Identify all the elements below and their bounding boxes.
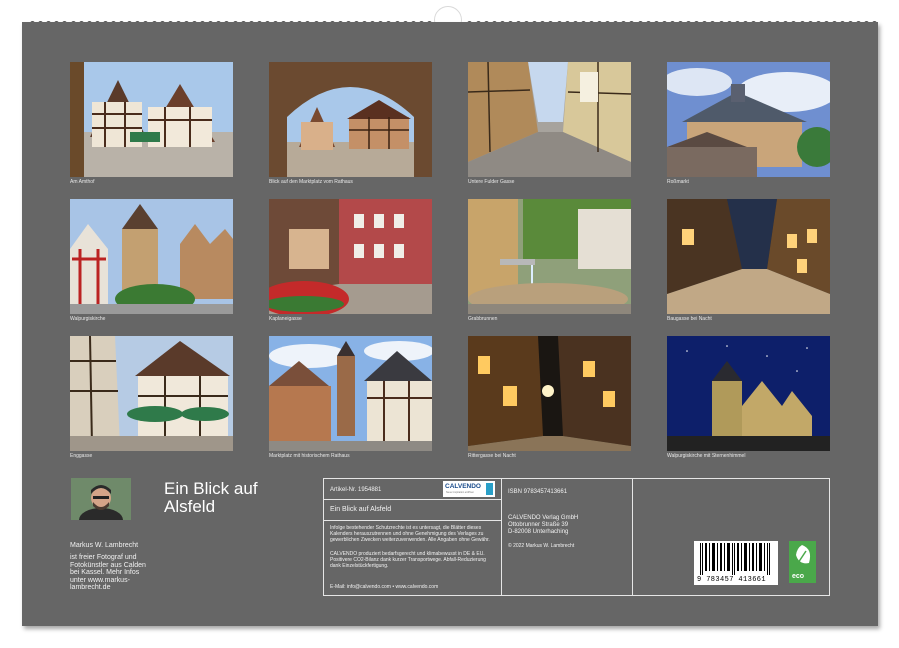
calendar-title-line2: Alsfeld [164,498,258,516]
photo-rossmarkt [667,62,830,177]
photo-marktplatz-rathaus [269,62,432,177]
photo-caption: Roßmarkt [667,179,689,185]
calendar-title-line1: Ein Blick auf [164,480,258,498]
publisher-city: D-82008 Unterhaching [508,529,568,536]
photo-caption: Baugasse bei Nacht [667,316,712,322]
isbn-barcode: 9 783457 413661 [694,541,778,585]
publisher-info-box: Artikel-Nr. 1954881 CALVENDO Neue Inspir… [323,478,830,596]
climate-notice: CALVENDO produziert bedarfsgerecht und k… [330,552,496,569]
photo-walpurgiskirche [70,199,233,314]
barcode-digits: 9 783457 413661 [697,576,766,584]
photo-caption: Walpurgiskirche mit Sternenhimmel [667,453,745,459]
photo-caption: Marktplatz mit historischem Rathaus [269,453,350,459]
photo-caption: Grabbrunnen [468,316,497,322]
author-bio: ist freier Fotograf und Fotokünstler aus… [70,554,155,592]
photo-caption: Blick auf den Marktplatz vom Rathaus [269,179,353,185]
photo-caption: Kaplaneigasse [269,316,302,322]
publisher-street: Ottobrunner Straße 39 [508,522,568,529]
photo-caption: Rittergasse bei Nacht [468,453,516,459]
eco-label: eco [792,573,804,580]
photo-grabbrunnen [468,199,631,314]
calendar-title: Ein Blick auf Alsfeld [164,480,258,516]
photo-baugasse-nacht [667,199,830,314]
photo-walpurgiskirche-sternenhimmel [667,336,830,451]
copyright-line: © 2022 Markus W. Lambrecht [508,543,574,550]
author-name: Markus W. Lambrecht [70,542,138,549]
photo-enggasse [70,336,233,451]
calvendo-logo-text: CALVENDO [445,483,481,490]
info-title: Ein Blick auf Alsfeld [330,506,391,513]
photo-caption: Enggasse [70,453,92,459]
photo-untere-fulder-gasse [468,62,631,177]
copyright-notice: Infolge bestehender Schutzrechte ist es … [330,526,496,543]
author-portrait [71,478,131,520]
photo-kaplaneigasse [269,199,432,314]
calvendo-logo-mark [486,483,493,495]
article-number: Artikel-Nr. 1954881 [330,487,381,494]
photo-caption: Untere Fulder Gasse [468,179,514,185]
photo-marktplatz-historisches-rathaus [269,336,432,451]
calvendo-logo: CALVENDO Neue Inspiration eröffnen [443,481,495,497]
contact-line: E-Mail: info@calvendo.com • www.calvendo… [330,584,438,591]
eco-badge: eco [789,541,816,583]
publisher-name: CALVENDO Verlag GmbH [508,515,578,522]
calendar-back-page: Am Amthof Blick auf den Marktplatz vom R… [22,22,878,626]
photo-caption: Am Amthof [70,179,94,185]
photo-am-amthof [70,62,233,177]
photo-caption: Walpurgiskirche [70,316,105,322]
photo-rittergasse-nacht [468,336,631,451]
isbn: ISBN 9783457413661 [508,489,567,496]
calvendo-logo-subtitle: Neue Inspiration eröffnen [446,491,474,494]
